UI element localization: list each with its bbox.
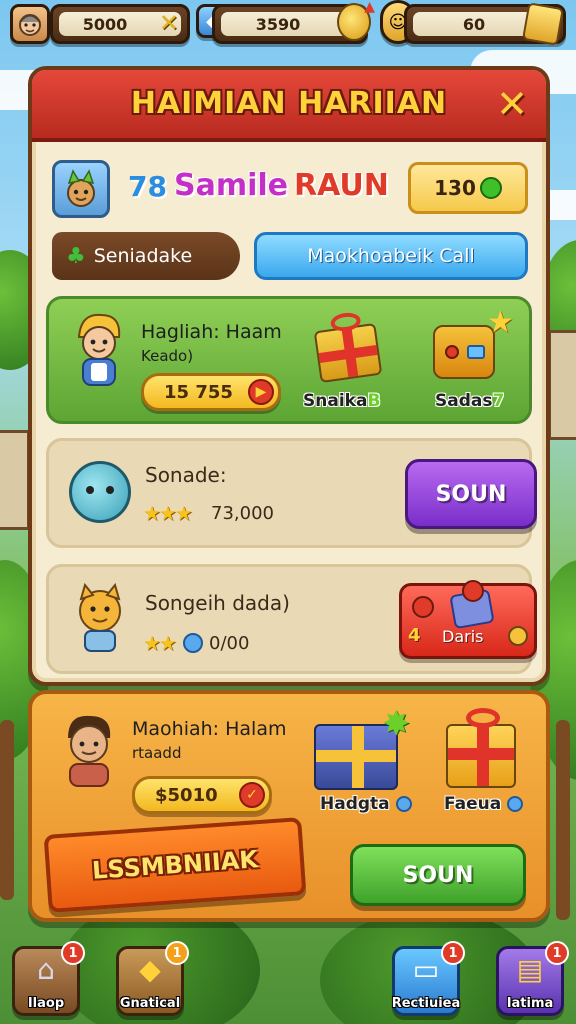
red-gift-icon bbox=[446, 708, 516, 788]
nav-iatima[interactable]: ▤ 1 Iatima bbox=[496, 941, 569, 1016]
soun-button-purple-label: SOUN bbox=[435, 481, 507, 507]
star-badge-icon: ★ bbox=[487, 305, 514, 340]
treasure-machine-icon bbox=[433, 325, 495, 379]
rating-stars: ★★★ bbox=[143, 501, 193, 525]
arrow-right-icon: ▶ bbox=[248, 379, 274, 405]
close-panel-button[interactable]: ✕ bbox=[490, 82, 534, 126]
daris-coin-icon bbox=[508, 626, 528, 646]
soun-button-purple[interactable]: SOUN bbox=[405, 459, 537, 529]
hero-avatar bbox=[67, 309, 131, 391]
featured-subtitle: Keado) bbox=[141, 347, 194, 365]
player-portrait bbox=[52, 160, 110, 218]
tickets-counter: 60 bbox=[404, 2, 566, 46]
offer-title: Maohiah: Halam bbox=[132, 718, 287, 740]
gem-bag-icon: ◆ bbox=[139, 953, 161, 986]
clover-icon: ♣ bbox=[66, 243, 86, 269]
green-star-badge-icon: ✸ bbox=[382, 704, 411, 744]
item-hadgta-label: Hadgta bbox=[320, 794, 412, 814]
gems-counter: 3590 ▲ bbox=[212, 0, 375, 44]
nav-gnatical-label: Gnatical bbox=[119, 996, 181, 1011]
soun-button-green[interactable]: SOUN bbox=[350, 844, 526, 906]
ticket-icon[interactable] bbox=[521, 2, 565, 46]
red-arrow-icon: ▲ bbox=[364, 0, 375, 15]
nav-gnatical-badge: 1 bbox=[165, 941, 189, 965]
blue-creature-icon bbox=[69, 461, 131, 523]
reward-row-songeih: Songeih dada) ★★ 0/00 4 Daris bbox=[46, 564, 537, 674]
daris-label: Daris bbox=[442, 627, 484, 646]
blue-token-icon bbox=[183, 633, 203, 653]
soun-button-green-label: SOUN bbox=[402, 862, 474, 888]
nav-rectiuiea-badge: 1 bbox=[441, 941, 465, 965]
tiger-cub-icon bbox=[67, 579, 133, 655]
panel-header: HAIMIAN HARIIAN ✕ bbox=[32, 70, 546, 142]
item-snaika-label: SnaikaB bbox=[303, 391, 381, 411]
tab-maokhoabeik-call[interactable]: Maokhoabeik Call bbox=[254, 232, 528, 280]
merchant-avatar bbox=[56, 708, 122, 788]
featured-price-button[interactable]: 15 755 ▶ bbox=[141, 373, 281, 411]
row-sonade-value: 73,000 bbox=[211, 503, 274, 524]
coins-counter: 5000 ✕ bbox=[50, 4, 190, 44]
player-name: Samile bbox=[174, 168, 289, 203]
daris-count: 4 bbox=[408, 625, 421, 646]
gems-value: 3590 bbox=[255, 14, 301, 34]
daris-pack-button[interactable]: 4 Daris bbox=[399, 580, 537, 659]
man-face-icon bbox=[68, 715, 111, 787]
row-songeih-value: 0/00 bbox=[209, 633, 250, 654]
checkmark-icon: ✓ bbox=[239, 782, 265, 808]
nav-ilaop[interactable]: ⌂ 1 Ilaop bbox=[12, 941, 85, 1016]
tab-maokhoabeik-label: Maokhoabeik Call bbox=[307, 245, 475, 267]
computer-icon: ▭ bbox=[412, 953, 440, 986]
close-x-icon[interactable]: ✕ bbox=[159, 9, 179, 37]
score-box: 130 bbox=[408, 162, 528, 214]
boy-hero-icon bbox=[77, 313, 121, 386]
score-green-icon bbox=[479, 177, 502, 199]
featured-price: 15 755 bbox=[164, 381, 233, 403]
laptop-icon: ▤ bbox=[516, 953, 544, 986]
row-sonade-title: Sonade: bbox=[145, 463, 227, 487]
cat-knight-icon bbox=[79, 582, 121, 652]
dragon-cat-icon bbox=[67, 169, 95, 207]
panel-title: HAIMIAN HARIIAN bbox=[130, 86, 448, 121]
blue-coin-icon-2 bbox=[507, 796, 524, 812]
item-faeua-label: Faeua bbox=[444, 794, 524, 814]
blue-coin-icon bbox=[395, 796, 412, 812]
player-level: 78 bbox=[128, 170, 167, 203]
featured-card: Hagliah: Haam Keado) 15 755 ▶ SnaikaB ★ … bbox=[46, 296, 532, 424]
nav-iatima-label: Iatima bbox=[506, 996, 554, 1011]
offer-subtitle: rtaadd bbox=[132, 744, 182, 762]
row-songeih-title: Songeih dada) bbox=[145, 591, 290, 615]
reward-row-sonade: Sonade: ★★★ 73,000 SOUN bbox=[46, 438, 537, 548]
featured-title: Hagliah: Haam bbox=[141, 321, 282, 343]
score-value: 130 bbox=[434, 176, 476, 200]
nav-rectiuiea-label: Rectiuiea bbox=[391, 996, 461, 1011]
offer-price: $5010 bbox=[155, 784, 218, 806]
player-avatar-icon[interactable] bbox=[10, 4, 50, 44]
tab-seniadake-label: Seniadake bbox=[93, 245, 193, 267]
face-icon bbox=[19, 14, 41, 36]
daily-panel: HAIMIAN HARIIAN ✕ 78 Samile RAUN 130 ♣ S… bbox=[28, 66, 550, 686]
nav-gnatical[interactable]: ◆ 1 Gnatical bbox=[116, 941, 189, 1016]
gift-box-icon bbox=[313, 311, 383, 384]
nav-rectiuiea[interactable]: ▭ 1 Rectiuiea bbox=[391, 941, 465, 1016]
nav-ilaop-badge: 1 bbox=[61, 941, 85, 965]
rating-stars-two: ★★ bbox=[143, 631, 177, 655]
nav-ilaop-label: Ilaop bbox=[27, 996, 65, 1011]
coins-value: 5000 bbox=[82, 14, 128, 34]
player-name-suffix: RAUN bbox=[294, 168, 389, 203]
ribbon-label: LSSMBNIIAK bbox=[91, 845, 259, 885]
tickets-value: 60 bbox=[462, 14, 486, 34]
nav-iatima-badge: 1 bbox=[545, 941, 569, 965]
item-sadas-label: Sadas7 bbox=[435, 391, 505, 411]
offer-price-button[interactable]: $5010 ✓ bbox=[132, 776, 272, 814]
tab-seniadake[interactable]: ♣ Seniadake bbox=[52, 232, 240, 280]
house-icon: ⌂ bbox=[37, 953, 55, 986]
